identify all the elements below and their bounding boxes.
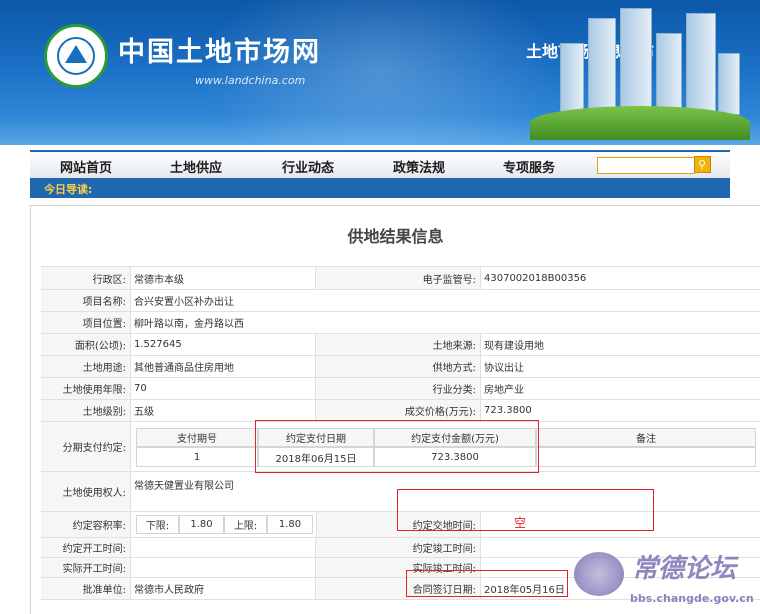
- far-lower-label: 下限:: [136, 515, 179, 534]
- forum-logo-icon: [574, 552, 624, 596]
- nav-policy[interactable]: 政策法规: [393, 157, 445, 176]
- far-label: 约定容积率:: [41, 512, 131, 537]
- installment-header-period: 支付期号: [136, 428, 258, 447]
- row-term: 土地使用年限: 70 行业分类: 房地产业: [41, 378, 760, 400]
- site-title: 中国土地市场网: [118, 37, 321, 68]
- site-url: www.landchina.com: [195, 74, 306, 87]
- term-label: 土地使用年限:: [41, 378, 131, 399]
- nav-home[interactable]: 网站首页: [60, 157, 112, 176]
- price-value: 723.3800: [481, 400, 760, 421]
- start-value: [131, 538, 316, 557]
- actual-start-label: 实际开工时间:: [41, 558, 131, 577]
- start-label: 约定开工时间:: [41, 538, 131, 557]
- industry-value: 房地产业: [481, 378, 760, 399]
- location-value: 柳叶路以南，金丹路以西: [131, 312, 760, 333]
- row-use: 土地用途: 其他普通商品住房用地 供地方式: 协议出让: [41, 356, 760, 378]
- page-title: 供地结果信息: [347, 227, 444, 246]
- far-upper-value: 1.80: [267, 515, 313, 534]
- project-name-value: 合兴安置小区补办出让: [131, 290, 760, 311]
- site-logo[interactable]: [44, 24, 108, 88]
- price-label: 成交价格(万元):: [316, 400, 481, 421]
- industry-label: 行业分类:: [316, 378, 481, 399]
- supply-label: 供地方式:: [316, 356, 481, 377]
- row-level: 土地级别: 五级 成交价格(万元): 723.3800: [41, 400, 760, 422]
- area-label: 面积(公顷):: [41, 334, 131, 355]
- annotation-box-sign-date: [406, 570, 568, 597]
- row-district: 行政区: 常德市本级 电子监管号: 4307002018B00356: [41, 266, 760, 290]
- far-lower-value: 1.80: [179, 515, 224, 534]
- search-button[interactable]: ⚲: [694, 156, 711, 173]
- banner-glow: [200, 0, 560, 145]
- use-value: 其他普通商品住房用地: [131, 356, 316, 377]
- annotation-box-payment: [255, 420, 539, 473]
- source-label: 土地来源:: [316, 334, 481, 355]
- finish-label: 约定竣工时间:: [316, 538, 481, 557]
- today-guide-bar: 今日导读:: [30, 178, 730, 198]
- level-value: 五级: [131, 400, 316, 421]
- row-location: 项目位置: 柳叶路以南，金丹路以西: [41, 312, 760, 334]
- user-label: 土地使用权人:: [41, 472, 131, 511]
- installment-label: 分期支付约定:: [41, 422, 131, 471]
- location-label: 项目位置:: [41, 312, 131, 333]
- watermark-url: bbs.changde.gov.cn: [630, 592, 754, 605]
- area-value: 1.527645: [131, 334, 316, 355]
- supervision-label: 电子监管号:: [316, 267, 481, 289]
- row-project-name: 项目名称: 合兴安置小区补办出让: [41, 290, 760, 312]
- watermark-text: 常德论坛: [632, 554, 737, 584]
- forum-watermark: 常德论坛 bbs.changde.gov.cn: [570, 548, 760, 614]
- delivery-empty-note: 空: [514, 516, 527, 530]
- installment-header-remark: 备注: [536, 428, 756, 447]
- city-skyline-image: [530, 8, 750, 140]
- installment-cell-remark: [536, 447, 756, 467]
- nav-land-supply[interactable]: 土地供应: [170, 157, 222, 176]
- site-banner: 中国土地市场网 www.landchina.com 土地市场信息发布: [0, 0, 760, 145]
- actual-start-value: [131, 558, 316, 577]
- supervision-value: 4307002018B00356: [481, 267, 760, 289]
- approver-label: 批准单位:: [41, 578, 131, 599]
- today-guide-label: 今日导读:: [44, 183, 93, 196]
- approver-value: 常德市人民政府: [131, 578, 316, 599]
- source-value: 现有建设用地: [481, 334, 760, 355]
- search-icon: ⚲: [698, 158, 707, 171]
- district-label: 行政区:: [41, 267, 131, 289]
- nav-industry-news[interactable]: 行业动态: [282, 157, 334, 176]
- level-label: 土地级别:: [41, 400, 131, 421]
- nav-special-service[interactable]: 专项服务: [503, 157, 555, 176]
- far-upper-label: 上限:: [224, 515, 267, 534]
- grass-decoration: [530, 106, 750, 140]
- search-input[interactable]: [597, 157, 695, 174]
- row-area: 面积(公顷): 1.527645 土地来源: 现有建设用地: [41, 334, 760, 356]
- term-value: 70: [131, 378, 316, 399]
- district-value: 常德市本级: [131, 267, 316, 289]
- project-name-label: 项目名称:: [41, 290, 131, 311]
- logo-emblem-icon: [65, 45, 87, 63]
- use-label: 土地用途:: [41, 356, 131, 377]
- installment-cell-period: 1: [136, 447, 258, 467]
- main-nav: 网站首页 土地供应 行业动态 政策法规 专项服务 ⚲: [30, 150, 730, 180]
- supply-value: 协议出让: [481, 356, 760, 377]
